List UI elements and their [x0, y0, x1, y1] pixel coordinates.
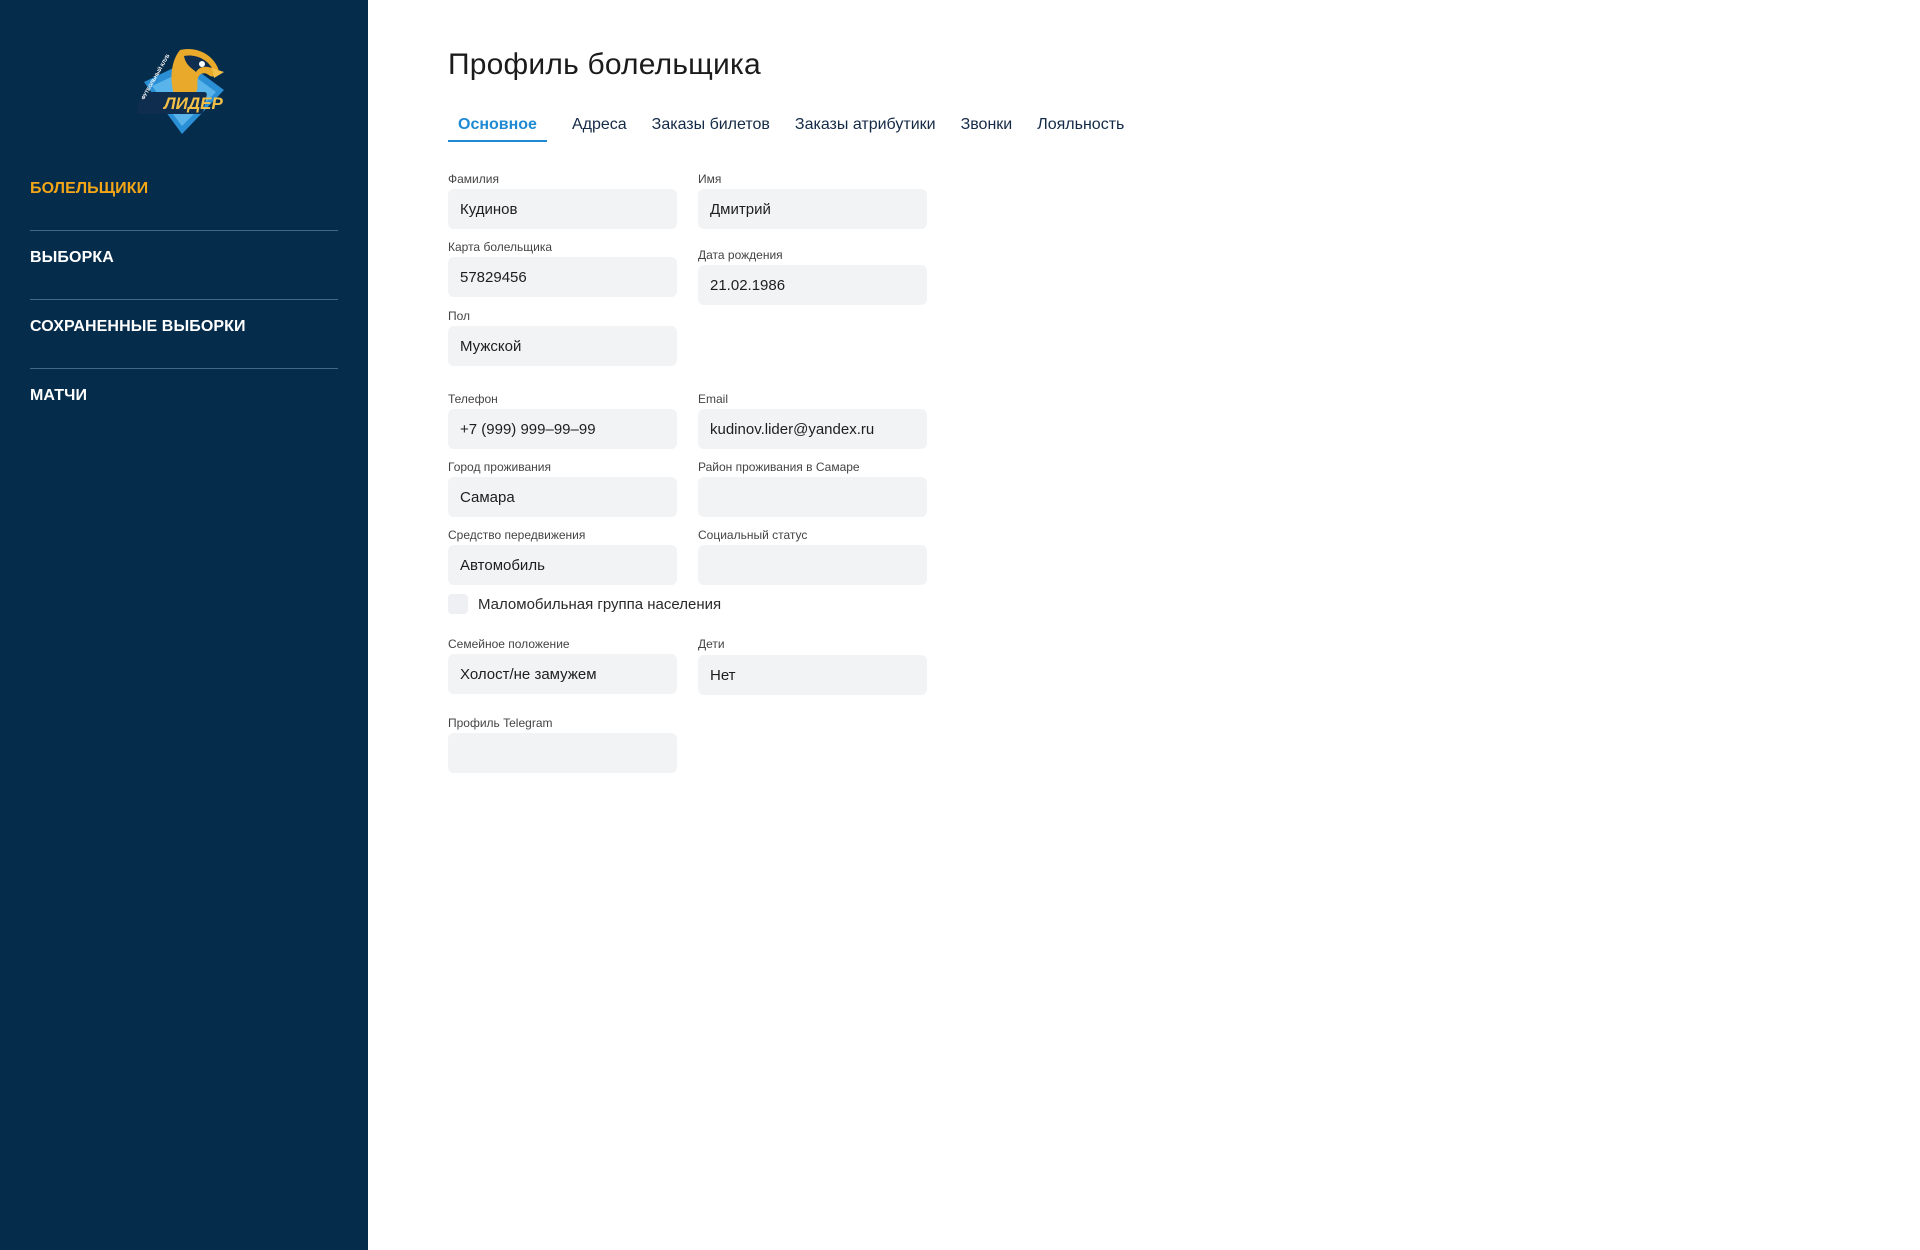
low-mobility-label: Маломобильная группа населения: [478, 595, 722, 613]
club-logo[interactable]: ЛИДЕР ФУТБОЛЬНЫЙ КЛУБ: [134, 42, 232, 140]
sidebar-item-fans[interactable]: БОЛЕЛЬЩИКИ: [30, 162, 338, 231]
transport-group: Средство передвижения: [448, 528, 677, 585]
telegram-label: Профиль Telegram: [448, 716, 553, 730]
profile-tabs: Основное Адреса Заказы билетов Заказы ат…: [448, 112, 1149, 142]
district-group: Район проживания в Самаре: [698, 460, 927, 517]
fan-card-group: Карта болельщика: [448, 240, 677, 297]
birth-date-group: Дата рождения: [698, 248, 927, 305]
fan-card-label: Карта болельщика: [448, 240, 553, 254]
tab-loyalty[interactable]: Лояльность: [1037, 112, 1124, 140]
sidebar-item-matches[interactable]: МАТЧИ: [30, 369, 338, 438]
sidebar-item-saved-selections[interactable]: СОХРАНЕННЫЕ ВЫБОРКИ: [30, 300, 338, 369]
district-input[interactable]: [698, 477, 927, 517]
children-group: Дети: [698, 637, 927, 695]
children-label: Дети: [698, 637, 725, 651]
tab-merch-orders[interactable]: Заказы атрибутики: [795, 112, 936, 140]
tab-addresses[interactable]: Адреса: [572, 112, 627, 140]
main-content: Профиль болельщика Основное Адреса Заказ…: [448, 0, 1848, 1250]
social-status-group: Социальный статус: [698, 528, 927, 585]
phone-label: Телефон: [448, 392, 498, 406]
email-input[interactable]: [698, 409, 927, 449]
telegram-group: Профиль Telegram: [448, 716, 677, 773]
transport-label: Средство передвижения: [448, 528, 586, 542]
low-mobility-checkbox[interactable]: [448, 594, 468, 614]
first-name-input[interactable]: [698, 189, 927, 229]
gender-label: Пол: [448, 309, 471, 323]
sidebar: ЛИДЕР ФУТБОЛЬНЫЙ КЛУБ БОЛЕЛЬЩИКИ ВЫБОРКА…: [0, 0, 368, 1250]
marital-status-input[interactable]: [448, 654, 677, 694]
city-group: Город проживания: [448, 460, 677, 517]
phone-group: Телефон: [448, 392, 677, 449]
sidebar-item-selection[interactable]: ВЫБОРКА: [30, 231, 338, 300]
telegram-input[interactable]: [448, 733, 677, 773]
marital-status-group: Семейное положение: [448, 637, 677, 694]
birth-date-label: Дата рождения: [698, 248, 783, 262]
tab-main[interactable]: Основное: [448, 112, 547, 142]
low-mobility-row: Маломобильная группа населения: [448, 594, 721, 614]
phone-input[interactable]: [448, 409, 677, 449]
last-name-group: Фамилия: [448, 172, 677, 229]
logo-text: ЛИДЕР: [162, 94, 224, 113]
city-input[interactable]: [448, 477, 677, 517]
email-group: Email: [698, 392, 927, 449]
tab-ticket-orders[interactable]: Заказы билетов: [652, 112, 770, 140]
email-label: Email: [698, 392, 729, 406]
sidebar-nav: БОЛЕЛЬЩИКИ ВЫБОРКА СОХРАНЕННЫЕ ВЫБОРКИ М…: [30, 162, 338, 438]
social-status-input[interactable]: [698, 545, 927, 585]
first-name-group: Имя: [698, 172, 927, 229]
birth-date-input[interactable]: [698, 265, 927, 305]
district-label: Район проживания в Самаре: [698, 460, 860, 474]
transport-input[interactable]: [448, 545, 677, 585]
city-label: Город проживания: [448, 460, 551, 474]
marital-status-label: Семейное положение: [448, 637, 570, 651]
last-name-input[interactable]: [448, 189, 677, 229]
app: ЛИДЕР ФУТБОЛЬНЫЙ КЛУБ БОЛЕЛЬЩИКИ ВЫБОРКА…: [0, 0, 1920, 1250]
gender-group: Пол: [448, 309, 677, 366]
eagle-logo-icon: ЛИДЕР ФУТБОЛЬНЫЙ КЛУБ: [137, 48, 224, 134]
first-name-label: Имя: [698, 172, 722, 186]
tab-calls[interactable]: Звонки: [961, 112, 1013, 140]
gender-input[interactable]: [448, 326, 677, 366]
social-status-label: Социальный статус: [698, 528, 808, 542]
last-name-label: Фамилия: [448, 172, 499, 186]
fan-card-input[interactable]: [448, 257, 677, 297]
page-title: Профиль болельщика: [448, 48, 761, 81]
children-input[interactable]: [698, 655, 927, 695]
